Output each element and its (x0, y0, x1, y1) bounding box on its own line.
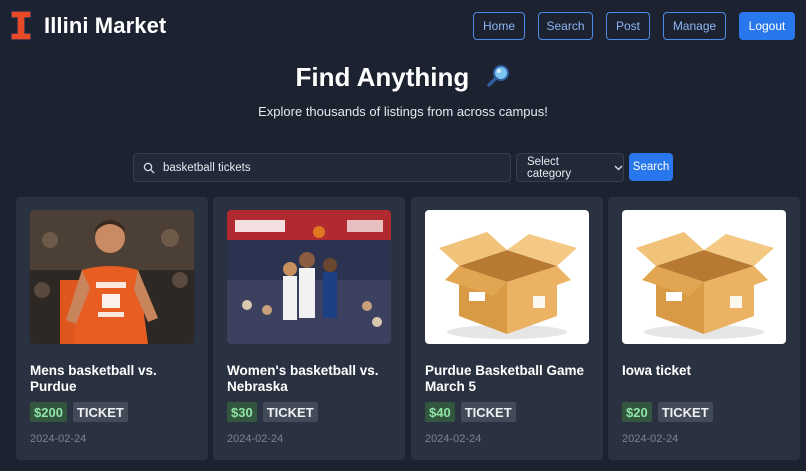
listing-card[interactable]: Iowa ticket $20 TICKET 2024-02-24 (608, 197, 800, 460)
nav-search-button[interactable]: Search (538, 12, 593, 40)
listing-title[interactable]: Purdue Basketball Game March 5 (425, 363, 593, 395)
listing-title[interactable]: Women's basketball vs. Nebraska (227, 363, 395, 395)
listing-image-womens-basketball[interactable] (227, 210, 391, 344)
page-title: Find Anything (0, 62, 806, 96)
listing-date: 2024-02-24 (622, 433, 679, 445)
listing-date: 2024-02-24 (227, 433, 284, 445)
nav-home-button[interactable]: Home (473, 12, 525, 40)
navbar: Illini Market Home Search Post Manage Lo… (0, 0, 806, 52)
search-input[interactable] (163, 161, 510, 174)
brand[interactable]: Illini Market (10, 10, 166, 41)
listing-title[interactable]: Iowa ticket (622, 363, 790, 379)
price-badge: $20 (622, 402, 652, 422)
brand-name: Illini Market (44, 12, 167, 38)
listing-title[interactable]: Mens basketball vs. Purdue (30, 363, 198, 395)
listing-badges: $40 TICKET (425, 402, 516, 422)
listing-image-mens-basketball[interactable] (30, 210, 194, 344)
search-icon (143, 162, 155, 173)
chevron-down-icon (614, 165, 623, 170)
price-badge: $200 (30, 402, 67, 422)
price-badge: $40 (425, 402, 455, 422)
type-badge: TICKET (460, 402, 516, 422)
type-badge: TICKET (262, 402, 318, 422)
listing-card[interactable]: Mens basketball vs. Purdue $200 TICKET 2… (16, 197, 208, 460)
category-select[interactable]: Select category (516, 153, 624, 182)
listing-card[interactable]: Purdue Basketball Game March 5 $40 TICKE… (411, 197, 603, 460)
logout-button[interactable]: Logout (739, 12, 795, 40)
listing-badges: $200 TICKET (30, 402, 128, 422)
nav-manage-button[interactable]: Manage (663, 12, 726, 40)
category-select-label: Select category (527, 155, 572, 180)
listing-date: 2024-02-24 (425, 433, 482, 445)
block-i-logo-icon (10, 10, 32, 41)
listing-badges: $30 TICKET (227, 402, 318, 422)
listing-image-cardboard-box[interactable] (622, 210, 786, 344)
magnifying-glass-emoji-icon (485, 63, 511, 96)
listing-badges: $20 TICKET (622, 402, 713, 422)
search-button[interactable]: Search (629, 153, 673, 181)
listing-card[interactable]: Women's basketball vs. Nebraska $30 TICK… (213, 197, 405, 460)
listing-image-cardboard-box[interactable] (425, 210, 589, 344)
page-title-text: Find Anything (295, 62, 470, 92)
type-badge: TICKET (72, 402, 128, 422)
search-box[interactable] (133, 153, 511, 182)
hero-subtitle: Explore thousands of listings from acros… (258, 104, 548, 119)
type-badge: TICKET (657, 402, 713, 422)
listing-date: 2024-02-24 (30, 433, 87, 445)
price-badge: $30 (227, 402, 257, 422)
nav-post-button[interactable]: Post (606, 12, 650, 40)
